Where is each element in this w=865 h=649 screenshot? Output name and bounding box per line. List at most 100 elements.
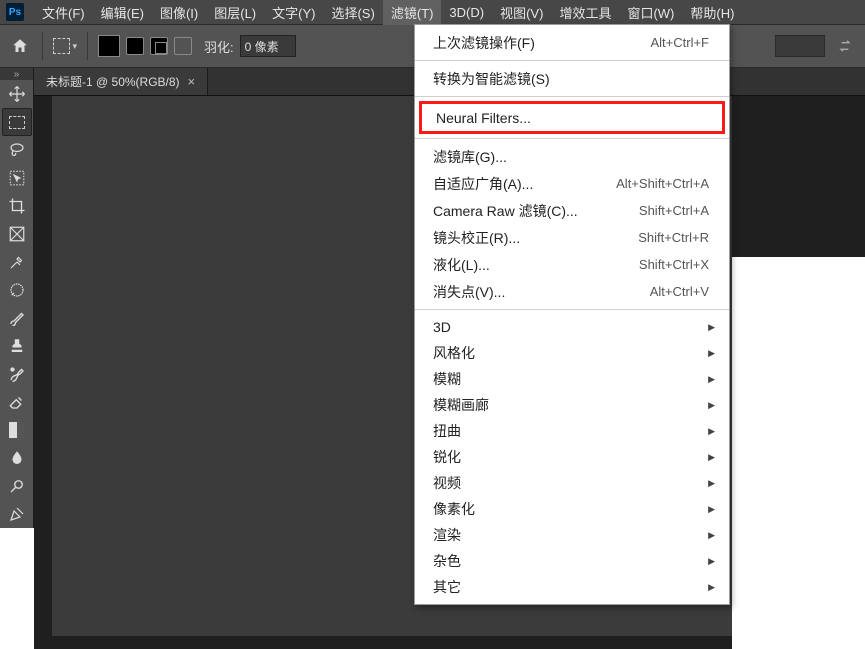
menu-item-shortcut: Alt+Ctrl+F [650, 35, 709, 50]
document-tab[interactable]: 未标题-1 @ 50%(RGB/8) × [34, 68, 208, 95]
submenu-stylize[interactable]: 风格化 [415, 340, 729, 366]
selection-mode-group [98, 35, 192, 57]
blur-tool[interactable] [2, 444, 32, 472]
menu-help[interactable]: 帮助(H) [682, 0, 742, 25]
close-icon[interactable]: × [188, 74, 196, 89]
menu-separator [415, 309, 729, 310]
menu-window[interactable]: 窗口(W) [619, 0, 682, 25]
menu-item-label: 转换为智能滤镜(S) [433, 69, 550, 89]
menu-item-label: 液化(L)... [433, 255, 490, 275]
menu-item-label: 风格化 [433, 343, 475, 363]
menubar: Ps 文件(F) 编辑(E) 图像(I) 图层(L) 文字(Y) 选择(S) 滤… [0, 0, 865, 24]
divider [87, 32, 88, 60]
eraser-tool[interactable] [2, 388, 32, 416]
menu-item-label: 滤镜库(G)... [433, 147, 507, 167]
submenu-video[interactable]: 视频 [415, 470, 729, 496]
menu-item-label: 镜头校正(R)... [433, 228, 520, 248]
menu-view[interactable]: 视图(V) [492, 0, 551, 25]
menu-item-label: 消失点(V)... [433, 282, 505, 302]
background-area [732, 257, 865, 649]
toolbar [0, 80, 34, 528]
menu-item-label: 扭曲 [433, 421, 461, 441]
home-icon[interactable] [8, 34, 32, 58]
menu-filter[interactable]: 滤镜(T) [383, 0, 442, 25]
submenu-other[interactable]: 其它 [415, 574, 729, 600]
menu-item-label: 杂色 [433, 551, 461, 571]
ps-logo: Ps [6, 3, 24, 21]
new-selection-icon[interactable] [98, 35, 120, 57]
menu-filter-gallery[interactable]: 滤镜库(G)... [415, 143, 729, 170]
feather-input[interactable] [240, 35, 296, 57]
history-brush-tool[interactable] [2, 360, 32, 388]
feather-label: 羽化: [204, 37, 234, 56]
brush-tool[interactable] [2, 304, 32, 332]
menu-3d[interactable]: 3D(D) [441, 2, 492, 23]
divider [42, 32, 43, 60]
menu-separator [415, 138, 729, 139]
menu-item-shortcut: Shift+Ctrl+X [639, 257, 709, 272]
menu-item-label: Neural Filters... [436, 110, 531, 126]
marquee-tool[interactable] [2, 108, 32, 136]
submenu-distort[interactable]: 扭曲 [415, 418, 729, 444]
submenu-sharpen[interactable]: 锐化 [415, 444, 729, 470]
menu-plugins[interactable]: 增效工具 [551, 0, 619, 25]
subtract-selection-icon[interactable] [150, 37, 168, 55]
stamp-tool[interactable] [2, 332, 32, 360]
gradient-tool[interactable] [2, 416, 32, 444]
menu-type[interactable]: 文字(Y) [264, 0, 323, 25]
crop-tool[interactable] [2, 192, 32, 220]
swap-icon[interactable] [833, 34, 857, 58]
menu-liquify[interactable]: 液化(L)... Shift+Ctrl+X [415, 251, 729, 278]
menu-neural-filters[interactable]: Neural Filters... [422, 104, 722, 131]
object-select-tool[interactable] [2, 164, 32, 192]
menu-item-label: 其它 [433, 577, 461, 597]
option-field[interactable] [775, 35, 825, 57]
tab-title: 未标题-1 @ 50%(RGB/8) [46, 73, 180, 90]
menu-image[interactable]: 图像(I) [152, 0, 206, 25]
menu-camera-raw[interactable]: Camera Raw 滤镜(C)... Shift+Ctrl+A [415, 197, 729, 224]
menu-item-shortcut: Alt+Shift+Ctrl+A [616, 176, 709, 191]
submenu-blur-gallery[interactable]: 模糊画廊 [415, 392, 729, 418]
healing-tool[interactable] [2, 276, 32, 304]
menu-last-filter[interactable]: 上次滤镜操作(F) Alt+Ctrl+F [415, 29, 729, 56]
frame-tool[interactable] [2, 220, 32, 248]
add-to-selection-icon[interactable] [126, 37, 144, 55]
intersect-selection-icon[interactable] [174, 37, 192, 55]
menu-item-label: Camera Raw 滤镜(C)... [433, 201, 578, 221]
eyedropper-tool[interactable] [2, 248, 32, 276]
menu-item-shortcut: Shift+Ctrl+A [639, 203, 709, 218]
menu-file[interactable]: 文件(F) [34, 0, 93, 25]
menu-convert-smart[interactable]: 转换为智能滤镜(S) [415, 65, 729, 92]
menu-item-label: 自适应广角(A)... [433, 174, 533, 194]
lasso-tool[interactable] [2, 136, 32, 164]
menu-edit[interactable]: 编辑(E) [93, 0, 152, 25]
menu-layer[interactable]: 图层(L) [206, 0, 264, 25]
selection-type-icon[interactable]: ▾ [53, 34, 77, 58]
menu-item-label: 像素化 [433, 499, 475, 519]
submenu-3d[interactable]: 3D [415, 314, 729, 340]
menu-item-label: 模糊画廊 [433, 395, 489, 415]
menu-item-label: 模糊 [433, 369, 461, 389]
pen-tool[interactable] [2, 500, 32, 528]
toolbar-collapse-icon[interactable]: » [0, 68, 34, 80]
submenu-blur[interactable]: 模糊 [415, 366, 729, 392]
menu-item-shortcut: Shift+Ctrl+R [638, 230, 709, 245]
menu-item-label: 上次滤镜操作(F) [433, 33, 535, 53]
submenu-noise[interactable]: 杂色 [415, 548, 729, 574]
menu-item-label: 3D [433, 319, 451, 335]
menu-lens-correction[interactable]: 镜头校正(R)... Shift+Ctrl+R [415, 224, 729, 251]
highlighted-neural-filters: Neural Filters... [419, 101, 725, 134]
submenu-render[interactable]: 渲染 [415, 522, 729, 548]
menu-item-label: 视频 [433, 473, 461, 493]
filter-menu-dropdown: 上次滤镜操作(F) Alt+Ctrl+F 转换为智能滤镜(S) Neural F… [414, 24, 730, 605]
menu-adaptive-wide-angle[interactable]: 自适应广角(A)... Alt+Shift+Ctrl+A [415, 170, 729, 197]
move-tool[interactable] [2, 80, 32, 108]
menu-item-label: 渲染 [433, 525, 461, 545]
submenu-pixelate[interactable]: 像素化 [415, 496, 729, 522]
menu-separator [415, 60, 729, 61]
dodge-tool[interactable] [2, 472, 32, 500]
menu-select[interactable]: 选择(S) [323, 0, 382, 25]
menu-item-shortcut: Alt+Ctrl+V [650, 284, 709, 299]
menu-vanishing-point[interactable]: 消失点(V)... Alt+Ctrl+V [415, 278, 729, 305]
menu-separator [415, 96, 729, 97]
